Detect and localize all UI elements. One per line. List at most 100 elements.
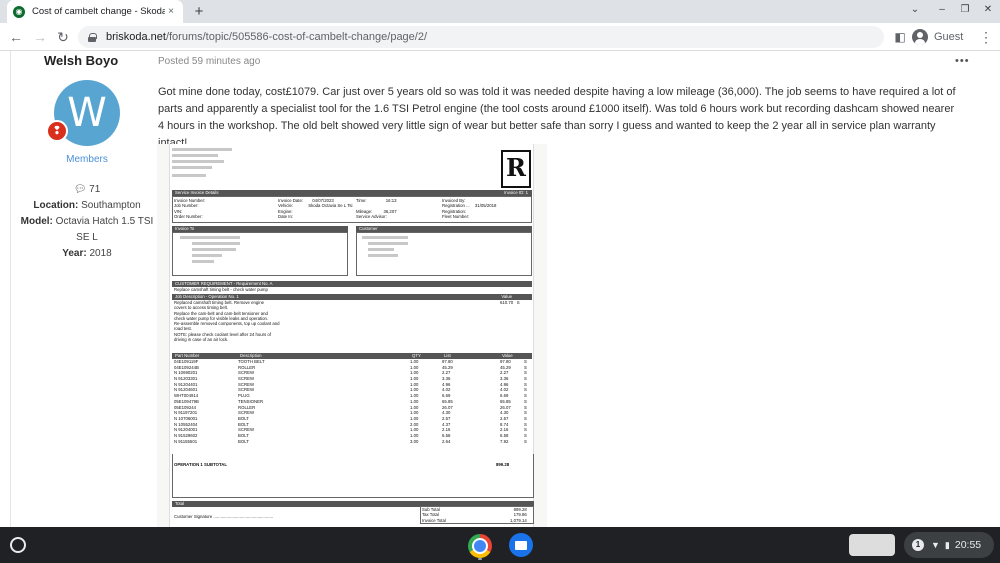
member-group: Members [66,154,108,165]
requirement-text: Replace camshaft timing belt - check wat… [174,287,268,292]
parts-cell: 05E109479B [174,398,199,404]
parts-cell: 8.74 [500,421,509,427]
parts-cell: 1.00 [410,376,419,382]
address-bar[interactable]: briskoda.net/forums/topic/505586-cost-of… [78,26,884,48]
post-author[interactable]: Welsh Boyo [44,53,118,68]
invoice-paper: R Service Invoice Details Invoice ID: 1 I… [169,144,534,527]
parts-cell: 4.30 [442,410,451,416]
close-tab-icon[interactable]: × [165,6,177,17]
parts-cell: S [524,438,527,444]
parts-cell: BOLT [238,438,249,444]
parts-cell: S [524,404,527,410]
invoice-labels-col2: Invoice Date: 04/07/2023 Vehicle: Skoda … [278,198,353,219]
parts-cell: 1.00 [410,387,419,393]
parts-cell: N 10690201 [174,370,198,376]
back-icon[interactable]: ← [6,27,26,47]
parts-cell: TENSIONER [238,398,264,404]
minimize-icon[interactable]: – [934,4,950,15]
parts-cell: PLUG [238,393,250,399]
tab-search-icon[interactable]: ⌄ [907,4,923,15]
parts-cell: 65.85 [442,398,453,404]
chrome-running-indicator [478,558,482,560]
notification-count: 1 [912,539,924,551]
parts-row: N 91155501 BOLT 3.00 2.64 7.92 S [174,439,530,445]
customer-signature: Customer Signature .....................… [174,514,274,519]
parts-cell: 7.92 [500,438,509,444]
parts-cell: 05E109244 [174,404,196,410]
parts-cell: 2.57 [500,415,509,421]
parts-cell: N 10552404 [174,421,198,427]
battery-icon: ▮ [944,539,950,550]
profile-avatar-icon [912,29,928,45]
new-tab-button[interactable]: + [190,3,208,21]
parts-cell: N 91529602 [174,432,198,438]
parts-cell: SCREW [238,387,254,393]
parts-cell: N 10706001 [174,415,198,421]
wifi-icon: ▼ [931,540,940,550]
post-timestamp[interactable]: Posted 59 minutes ago [158,56,260,67]
launcher-icon[interactable] [10,537,26,553]
parts-cell: N 91204401 [174,381,198,387]
totals-labels: Sub Total Tax Total Invoice Total [422,507,446,523]
parts-cell: N 91204601 [174,387,198,393]
job-box [172,454,534,498]
parts-cell: 4.02 [442,387,451,393]
parts-cell: 2.16 [442,427,451,433]
parts-cell: SCREW [238,376,254,382]
parts-cell: 2.27 [500,370,509,376]
files-app-icon[interactable] [509,533,533,557]
parts-table: 04E109119F TOOTH BELT 1.00 97.80 97.80 S 04E10… [174,359,530,444]
post-options-icon[interactable]: ••• [955,55,970,67]
parts-cell: S [524,427,527,433]
parts-cell: N 91204001 [174,427,198,433]
parts-cell: 26.07 [500,404,511,410]
profile-button[interactable]: Guest [912,26,970,48]
parts-cell: S [524,421,527,427]
parts-cell: 04E109119F [174,359,199,364]
parts-cell: 4.96 [500,381,509,387]
parts-cell: 2.57 [442,415,451,421]
parts-cell: 1.00 [410,381,419,387]
post-body: Got mine done today, cost£1079. Car just… [158,86,956,149]
parts-cell: BOLT [238,432,249,438]
browser-toolbar: ← → ↻ briskoda.net/forums/topic/505586-c… [0,23,1000,51]
invoice-image[interactable]: R Service Invoice Details Invoice ID: 1 I… [157,144,547,527]
tab-strip: ◉ Cost of cambelt change - Skoda × + ⌄ –… [0,0,1000,23]
browser-menu-icon[interactable]: ⋮ [976,27,996,47]
parts-cell: S [524,410,527,416]
side-panel-icon[interactable]: ◧ [890,27,910,47]
post-count: 💬︎ 71 [73,184,101,195]
lock-icon[interactable] [88,32,97,42]
parts-cell: 1.00 [410,370,419,376]
restore-icon[interactable]: ❐ [957,4,973,15]
parts-cell: 45.29 [500,364,511,370]
model-row: Model: Octavia Hatch 1.5 TSI SE L [20,216,154,243]
parts-cell: S [524,398,527,404]
forward-icon[interactable]: → [30,27,50,47]
parts-cell: BOLT [238,415,249,421]
os-shelf: 1 ▼ ▮ 20:55 [0,527,1000,563]
status-tray[interactable]: 1 ▼ ▮ 20:55 [904,532,994,558]
url-domain: briskoda.net [106,31,166,43]
parts-cell: WHT004914 [174,393,199,399]
location-row: Location: Southampton [33,200,141,211]
parts-cell: 3.00 [410,438,419,444]
parts-cell: S [524,415,527,421]
parts-cell: 45.29 [442,364,453,370]
job-value: 610.70 S [500,300,520,305]
parts-cell: 2.64 [442,438,451,444]
forum-page: Welsh Boyo W ❢ Members 💬︎ 71 Location: S… [0,51,1000,527]
rank-badge-icon: ❢ [46,120,68,142]
parts-cell: 6.69 [442,393,451,399]
parts-cell: 1.00 [410,410,419,416]
parts-cell: 1.00 [410,404,419,410]
chrome-app-icon[interactable] [468,534,492,558]
reload-icon[interactable]: ↻ [53,27,73,47]
parts-cell: N 91197201 [174,410,198,416]
browser-tab[interactable]: ◉ Cost of cambelt change - Skoda × [7,0,183,23]
parts-cell: SCREW [238,381,254,387]
close-window-icon[interactable]: ✕ [980,4,996,15]
holding-space-thumbnail[interactable] [849,534,895,556]
parts-cell: BOLT [238,421,249,427]
parts-cell: 6.58 [442,432,451,438]
